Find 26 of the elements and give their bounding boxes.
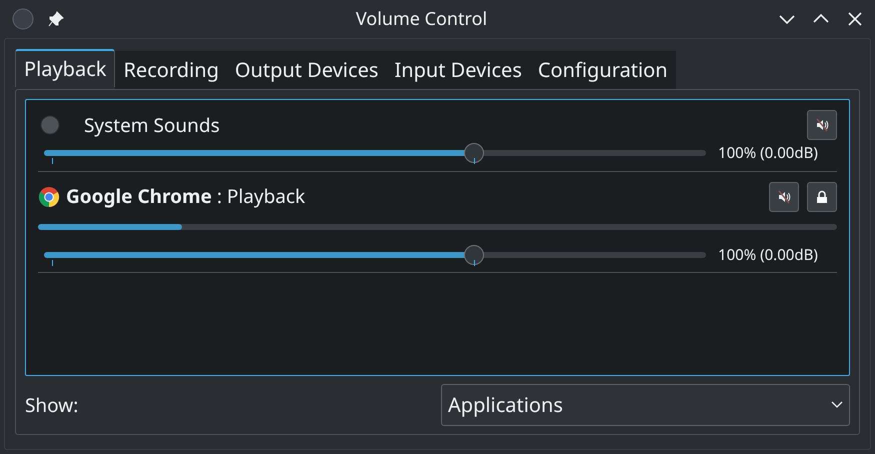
mute-button[interactable] xyxy=(807,110,837,140)
show-label: Show: xyxy=(25,390,80,420)
app-icon xyxy=(12,8,34,30)
volume-slider[interactable] xyxy=(44,244,706,265)
app-dot-icon xyxy=(40,115,60,135)
tab[interactable]: Configuration xyxy=(530,51,676,89)
tab[interactable]: Recording xyxy=(115,51,227,89)
lock-button[interactable] xyxy=(807,182,837,212)
window-title: Volume Control xyxy=(354,6,488,32)
speaker-muted-icon xyxy=(777,190,791,204)
close-icon[interactable] xyxy=(847,11,863,27)
stream-name: System Sounds xyxy=(84,110,220,140)
speaker-muted-icon xyxy=(815,118,829,132)
pin-icon[interactable] xyxy=(48,11,64,27)
stream-name: Google Chrome : Playback xyxy=(66,182,306,211)
show-dropdown[interactable]: Applications xyxy=(441,384,850,426)
volume-reading: 100% (0.00dB) xyxy=(718,244,818,266)
lock-icon xyxy=(816,190,828,204)
mute-button[interactable] xyxy=(769,182,799,212)
browser-icon xyxy=(38,186,60,208)
tab[interactable]: Output Devices xyxy=(226,51,386,89)
volume-reading: 100% (0.00dB) xyxy=(718,142,818,164)
volume-slider[interactable] xyxy=(44,143,706,164)
tab[interactable]: Playback xyxy=(15,49,116,87)
tab[interactable]: Input Devices xyxy=(386,51,530,89)
caret-icon xyxy=(831,401,843,409)
